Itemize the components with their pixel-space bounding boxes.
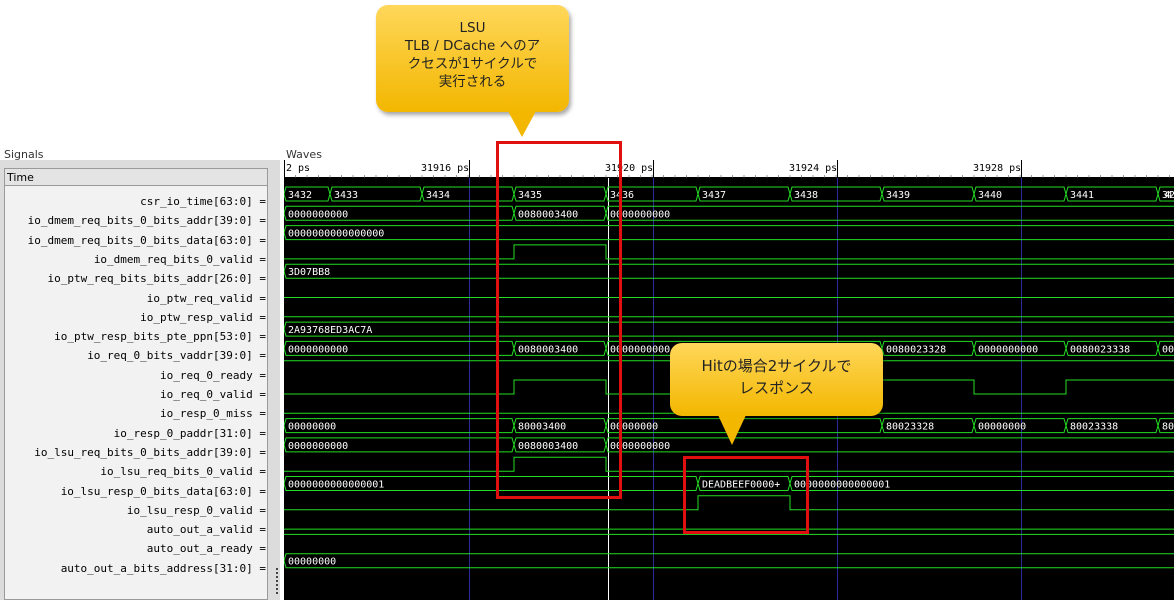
timeline-label: 2 ps — [286, 163, 310, 174]
signal-name-row[interactable]: io_resp_0_paddr[31:0] = — [5, 424, 267, 443]
bus-segment — [284, 263, 1174, 279]
bus-value-label: 80023338 — [1070, 422, 1118, 433]
highlight-box-hit — [683, 456, 809, 534]
bus-segment — [284, 553, 1174, 569]
bus-value-label: 0000000000 — [288, 344, 348, 355]
callout-hit-line: レスポンス — [739, 379, 814, 397]
bus-value-label: 00000000 — [288, 422, 336, 433]
signal-name-row[interactable]: io_lsu_req_bits_0_bits_addr[39:0] = — [5, 443, 267, 462]
bus-value-label: 3439 — [886, 190, 910, 201]
signal-name-row[interactable]: io_req_0_valid = — [5, 385, 267, 404]
signal-name-row[interactable]: io_lsu_req_bits_0_valid = — [5, 462, 267, 481]
callout-lsu-line: LSU — [459, 20, 486, 36]
divider-grip-icon[interactable] — [276, 568, 278, 594]
signals-list[interactable]: Time csr_io_time[63:0] = io_dmem_req_bits… — [4, 168, 268, 600]
signal-name-row[interactable]: io_req_0_bits_vaddr[39:0] = — [5, 346, 267, 365]
signal-name-row[interactable]: auto_out_a_bits_address[31:0] = — [5, 559, 267, 578]
signal-name-row[interactable]: io_dmem_req_bits_0_bits_addr[39:0] = — [5, 211, 267, 230]
bus-value-label: 0080023328 — [886, 344, 946, 355]
callout-lsu: LSU TLB / DCache へのア クセスが1サイクルで 実行される — [376, 5, 569, 112]
signals-pane: Time csr_io_time[63:0] = io_dmem_req_bits… — [0, 160, 280, 600]
signal-name-row[interactable]: auto_out_a_ready = — [5, 539, 267, 558]
bus-value-label: 3432 — [288, 190, 312, 201]
bus-value-label: 0000000000000001 — [288, 480, 384, 491]
signal-name-row[interactable]: io_dmem_req_bits_0_bits_data[63:0] = — [5, 231, 267, 250]
callout-lsu-line: TLB / DCache へのア — [404, 38, 541, 54]
bus-value-label: 3442 — [1162, 190, 1174, 201]
signal-name-row[interactable]: io_ptw_resp_bits_pte_ppn[53:0] = — [5, 327, 267, 346]
bus-value-label: 3433 — [334, 190, 358, 201]
callout-lsu-line: 実行される — [438, 74, 507, 90]
bus-value-label: 2A93768ED3AC7A — [288, 325, 372, 336]
bus-segment — [284, 321, 1174, 337]
time-header[interactable]: Time — [5, 169, 267, 186]
bus-segment — [605, 205, 1174, 221]
signal-name-row[interactable]: csr_io_time[63:0] = — [5, 192, 267, 211]
timeline-label: 31924 ps — [789, 163, 837, 174]
pane-divider[interactable] — [272, 160, 280, 600]
bus-value-label: 3437 — [702, 190, 726, 201]
bus-value-label: 3D07BB8 — [288, 267, 330, 278]
bus-value-label: 80023328 — [886, 422, 934, 433]
bus-value-label: 0000000000 — [288, 441, 348, 452]
callout-hit-line: Hitの場合2サイクルで — [701, 357, 852, 375]
bus-value-label: 00 — [1162, 344, 1174, 355]
timeline-label: 31928 ps — [973, 163, 1021, 174]
bus-value-label: 0080023338 — [1070, 344, 1130, 355]
callout-lsu-tail — [508, 111, 536, 137]
signal-name-row[interactable]: io_dmem_req_bits_0_valid = — [5, 250, 267, 269]
callout-lsu-line: クセスが1サイクルで — [407, 56, 538, 72]
signal-name-row[interactable]: auto_out_a_valid = — [5, 520, 267, 539]
callout-hit-tail — [718, 415, 746, 445]
bit-waveform — [284, 244, 1174, 260]
signal-name-row[interactable]: io_ptw_req_bits_bits_addr[26:0] = — [5, 269, 267, 288]
callout-hit: Hitの場合2サイクルで レスポンス — [670, 343, 883, 416]
bus-segment — [284, 225, 1174, 241]
timeline-header — [284, 160, 1174, 177]
signal-name-row[interactable]: io_ptw_req_valid = — [5, 289, 267, 308]
bus-segment — [605, 437, 1174, 453]
signal-name-row[interactable]: io_resp_0_miss = — [5, 404, 267, 423]
timeline-label: 31916 ps — [421, 163, 469, 174]
bus-value-label: 80 — [1162, 422, 1174, 433]
bus-value-label: 3438 — [794, 190, 818, 201]
highlight-box-lsu — [496, 141, 622, 499]
bus-value-label: 3440 — [978, 190, 1002, 201]
signal-name-row[interactable]: io_ptw_resp_valid = — [5, 308, 267, 327]
bus-value-label: 0000000000 — [288, 209, 348, 220]
bus-value-label: 3441 — [1070, 190, 1094, 201]
signal-name-row[interactable]: io_lsu_resp_0_valid = — [5, 501, 267, 520]
bus-value-label: 0000000000 — [978, 344, 1038, 355]
bus-value-label: 00000000 — [288, 557, 336, 568]
signal-name-row[interactable]: io_lsu_resp_0_bits_data[63:0] = — [5, 482, 267, 501]
bus-value-label: 0000000000000000 — [288, 229, 384, 240]
bus-value-label: 3434 — [426, 190, 450, 201]
signal-name-row[interactable]: io_req_0_ready = — [5, 366, 267, 385]
bus-value-label: 00000000 — [978, 422, 1026, 433]
